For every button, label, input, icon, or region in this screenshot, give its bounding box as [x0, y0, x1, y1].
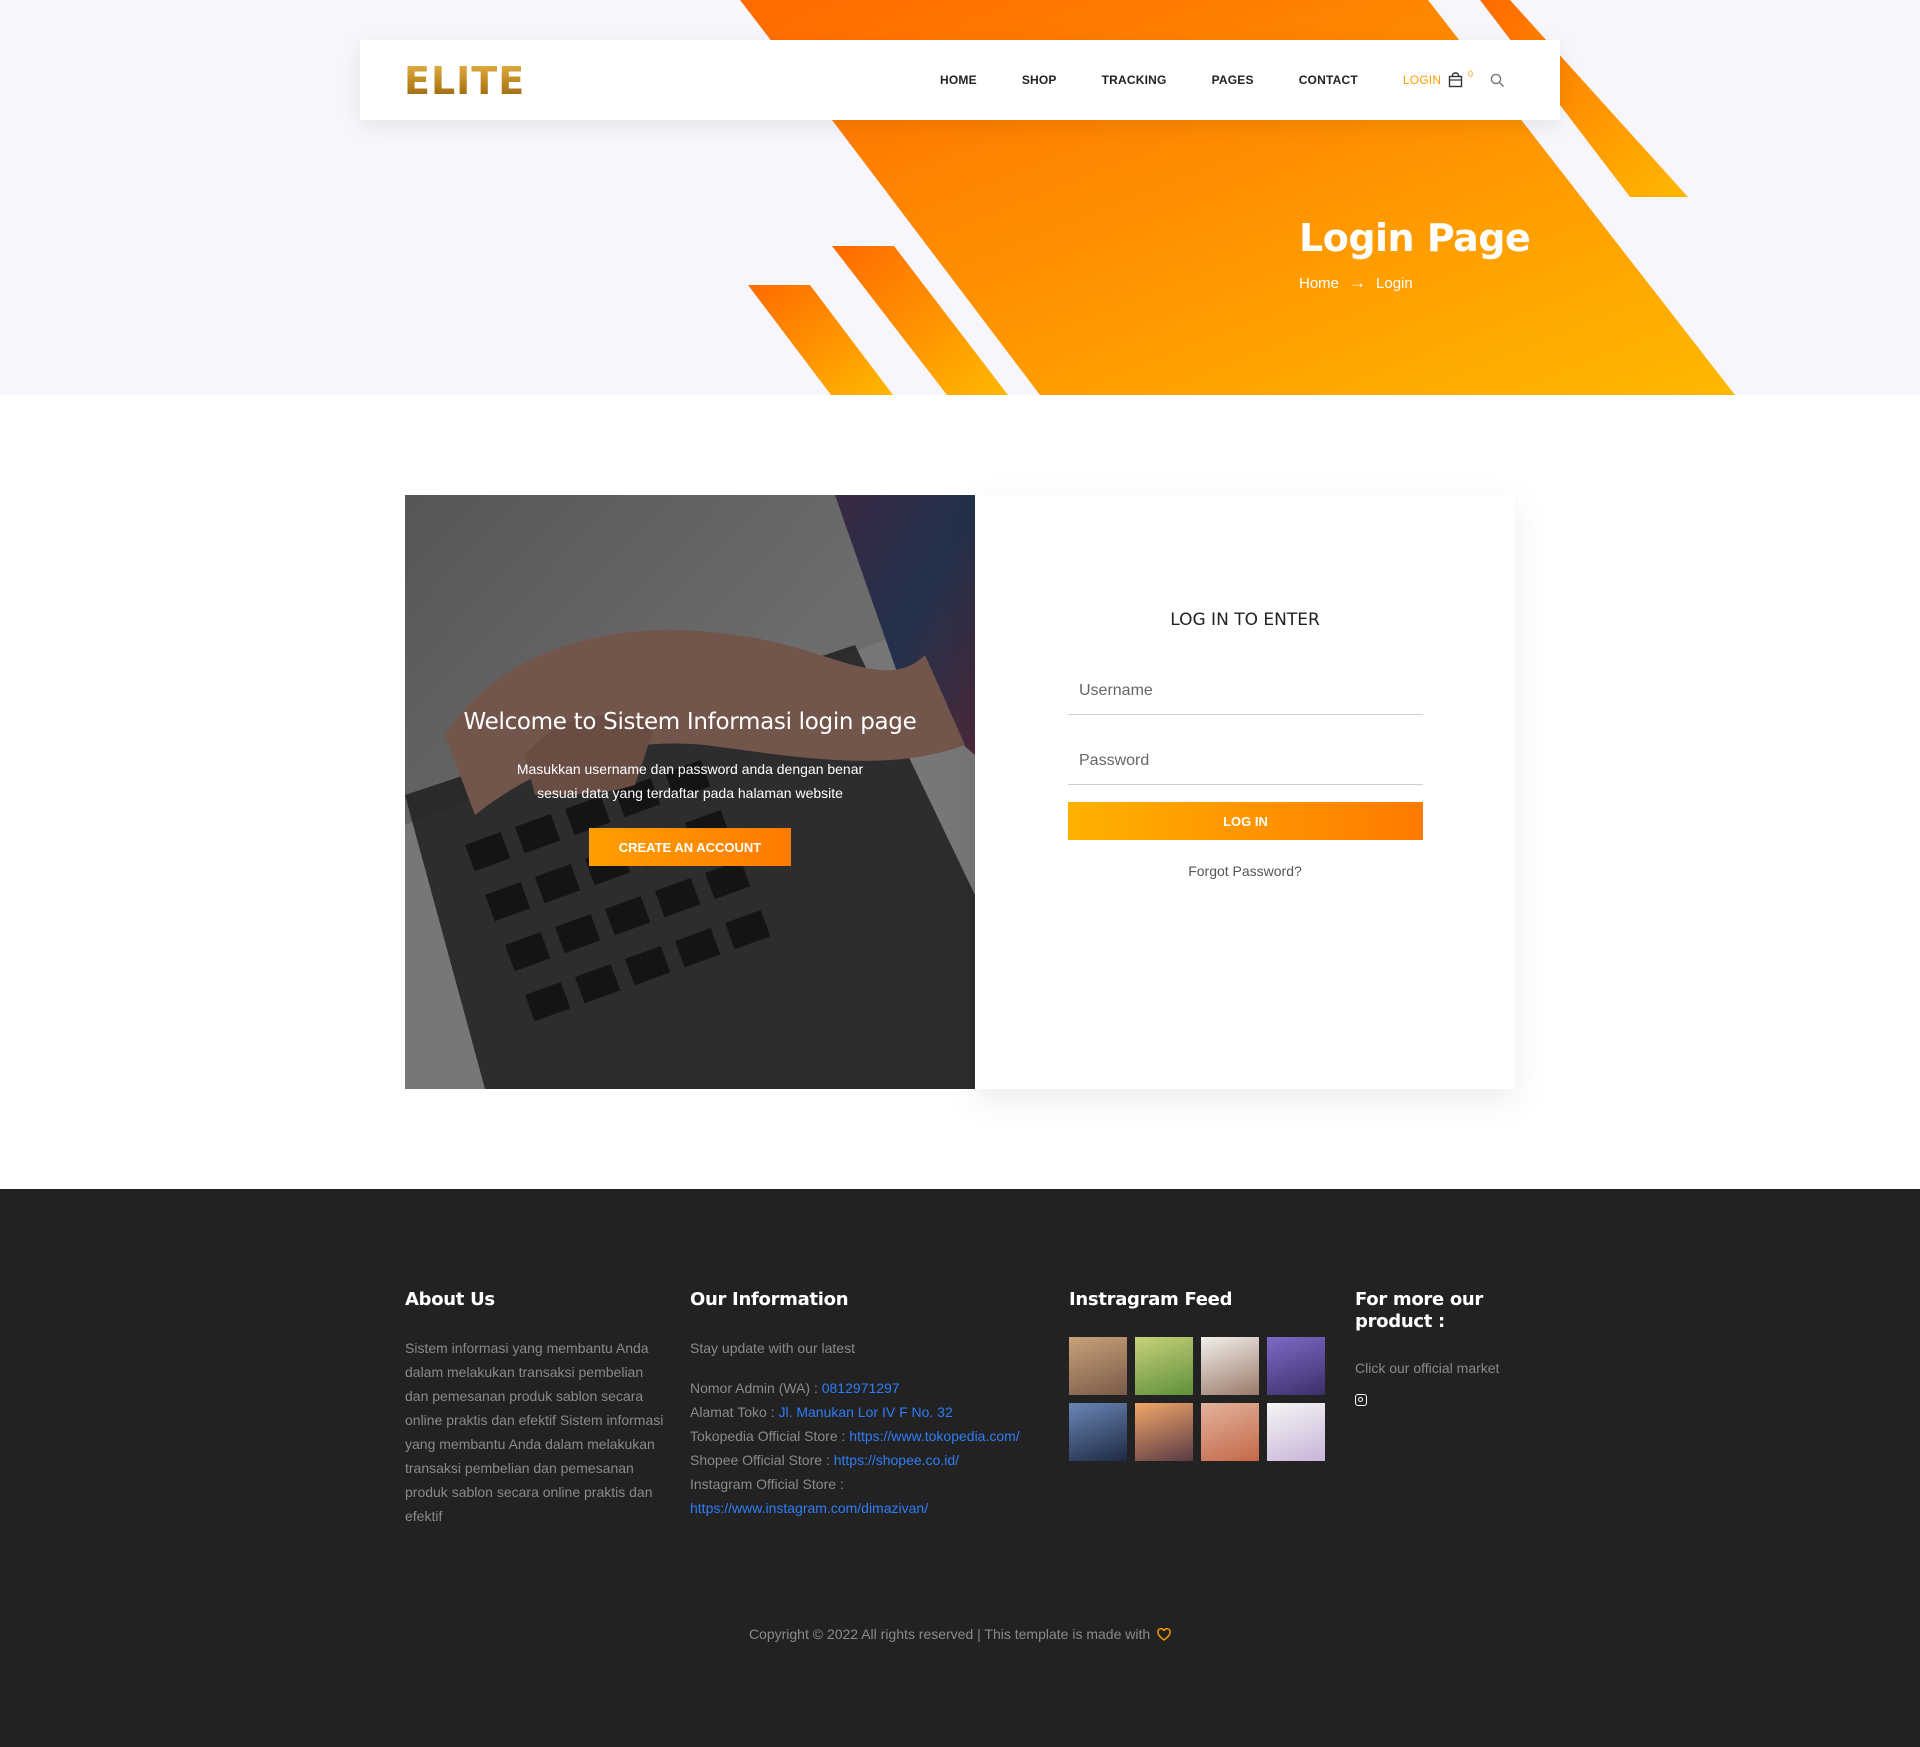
nav-menu: HOME SHOP TRACKING PAGES CONTACT LOGIN [940, 40, 1486, 120]
footer-more: For more our product : Click our officia… [1355, 1289, 1525, 1406]
about-title: About Us [405, 1289, 495, 1310]
nav-icons: 0 [1448, 40, 1505, 120]
instagram-link[interactable]: https://www.instagram.com/dimazivan/ [690, 1500, 928, 1516]
password-input[interactable] [1068, 737, 1423, 785]
insta-title: Instragram Feed [1069, 1289, 1233, 1310]
logo[interactable]: ELITE [404, 60, 525, 102]
nav-login[interactable]: LOGIN [1403, 73, 1441, 87]
info-address: Alamat Toko : Jl. Manukan Lor IV F No. 3… [690, 1400, 1050, 1424]
insta-photo[interactable] [1267, 1403, 1325, 1461]
more-title: For more our product : [1355, 1289, 1484, 1332]
admin-label: Nomor Admin (WA) : [690, 1380, 818, 1396]
insta-grid [1069, 1337, 1329, 1461]
copyright-text: Copyright © 2022 All rights reserved | T… [748, 1626, 1151, 1642]
info-list: Nomor Admin (WA) : 0812971297 Alamat Tok… [690, 1376, 1050, 1520]
shopee-link[interactable]: https://shopee.co.id/ [834, 1452, 959, 1468]
login-button[interactable]: LOG IN [1068, 802, 1423, 840]
address-link[interactable]: Jl. Manukan Lor IV F No. 32 [778, 1404, 952, 1420]
cart-count: 0 [1468, 69, 1474, 79]
about-text: Sistem informasi yang membantu Anda dala… [405, 1340, 664, 1524]
copyright: Copyright © 2022 All rights reserved | T… [0, 1626, 1920, 1642]
create-account-button[interactable]: CREATE AN ACCOUNT [589, 828, 791, 866]
search-icon[interactable] [1490, 73, 1505, 88]
footer-info: Our Information Stay update with our lat… [690, 1289, 1050, 1520]
navbar: ELITE HOME SHOP TRACKING PAGES CONTACT L… [360, 40, 1560, 120]
footer-about: About Us Sistem informasi yang membantu … [405, 1289, 665, 1528]
shopping-bag-icon [1448, 72, 1463, 88]
nav-shop[interactable]: SHOP [1022, 73, 1057, 87]
info-tokopedia: Tokopedia Official Store : https://www.t… [690, 1424, 1050, 1448]
info-instagram-url: https://www.instagram.com/dimazivan/ [690, 1496, 1050, 1520]
insta-photo[interactable] [1135, 1337, 1193, 1395]
info-instagram: Instagram Official Store : [690, 1472, 1050, 1496]
footer-instagram-feed: Instragram Feed [1069, 1289, 1329, 1461]
username-input[interactable] [1068, 667, 1423, 715]
insta-photo[interactable] [1069, 1337, 1127, 1395]
info-admin: Nomor Admin (WA) : 0812971297 [690, 1376, 1050, 1400]
instagram-icon[interactable] [1355, 1394, 1367, 1406]
address-label: Alamat Toko : [690, 1404, 775, 1420]
page-title: Login Page [1299, 216, 1531, 260]
login-heading: LOG IN TO ENTER [1170, 610, 1320, 630]
tokopedia-label: Tokopedia Official Store : [690, 1428, 846, 1444]
welcome-subtitle: Masukkan username dan password anda deng… [516, 761, 864, 801]
nav-contact[interactable]: CONTACT [1299, 73, 1358, 87]
nav-home[interactable]: HOME [940, 73, 977, 87]
info-title: Our Information [690, 1289, 849, 1310]
admin-phone-link[interactable]: 0812971297 [822, 1380, 900, 1396]
breadcrumb-current: Login [1376, 274, 1413, 292]
tokopedia-link[interactable]: https://www.tokopedia.com/ [849, 1428, 1019, 1444]
nav-pages[interactable]: PAGES [1212, 73, 1254, 87]
info-shopee: Shopee Official Store : https://shopee.c… [690, 1448, 1050, 1472]
insta-photo[interactable] [1135, 1403, 1193, 1461]
more-text: Click our official market [1355, 1360, 1500, 1376]
cart-button[interactable]: 0 [1448, 69, 1474, 91]
login-section: Welcome to Sistem Informasi login page M… [405, 495, 1515, 1089]
insta-photo[interactable] [1201, 1337, 1259, 1395]
shopee-label: Shopee Official Store : [690, 1452, 830, 1468]
login-form-card: LOG IN TO ENTER LOG IN Forgot Password? [975, 495, 1515, 1089]
heart-icon [1157, 1628, 1171, 1641]
breadcrumb-home[interactable]: Home [1299, 275, 1339, 292]
login-hero-image: Welcome to Sistem Informasi login page M… [405, 495, 975, 1089]
info-stay-text: Stay update with our latest [690, 1340, 855, 1356]
arrow-right-icon: → [1349, 273, 1367, 292]
insta-photo[interactable] [1069, 1403, 1127, 1461]
welcome-title: Welcome to Sistem Informasi login page [463, 709, 917, 735]
footer: About Us Sistem informasi yang membantu … [0, 1189, 1920, 1747]
breadcrumb: Home → Login [1299, 273, 1413, 293]
insta-photo[interactable] [1201, 1403, 1259, 1461]
instagram-label: Instagram Official Store : [690, 1476, 844, 1492]
insta-photo[interactable] [1267, 1337, 1325, 1395]
forgot-password-link[interactable]: Forgot Password? [975, 863, 1515, 879]
nav-tracking[interactable]: TRACKING [1102, 73, 1167, 87]
